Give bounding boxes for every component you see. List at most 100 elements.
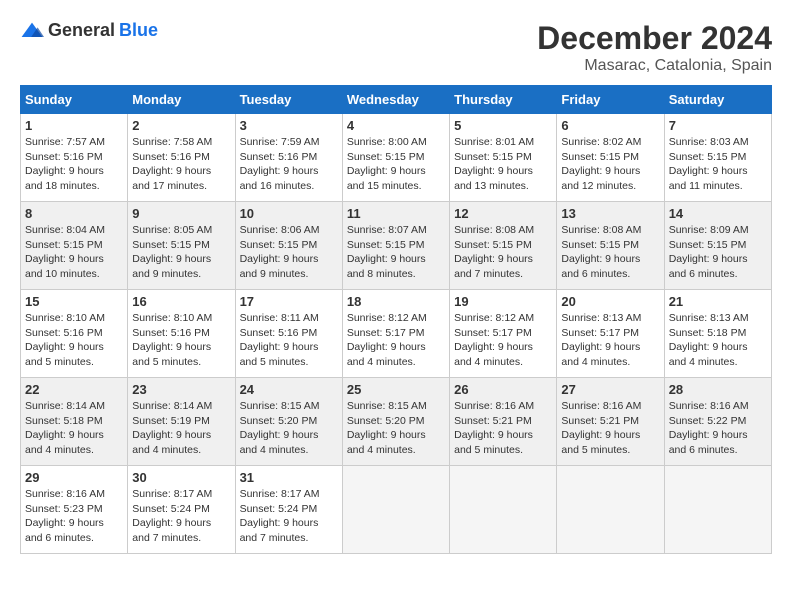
table-row: 19 Sunrise: 8:12 AM Sunset: 5:17 PM Dayl… (450, 290, 557, 378)
table-row: 27 Sunrise: 8:16 AM Sunset: 5:21 PM Dayl… (557, 378, 664, 466)
day-number: 31 (240, 470, 338, 485)
day-number: 5 (454, 118, 552, 133)
table-row: 21 Sunrise: 8:13 AM Sunset: 5:18 PM Dayl… (664, 290, 771, 378)
table-row: 20 Sunrise: 8:13 AM Sunset: 5:17 PM Dayl… (557, 290, 664, 378)
day-info: Sunrise: 8:16 AM Sunset: 5:23 PM Dayligh… (25, 487, 123, 546)
day-number: 9 (132, 206, 230, 221)
day-number: 25 (347, 382, 445, 397)
day-number: 7 (669, 118, 767, 133)
table-row (664, 466, 771, 554)
day-info: Sunrise: 7:59 AM Sunset: 5:16 PM Dayligh… (240, 135, 338, 194)
table-row: 28 Sunrise: 8:16 AM Sunset: 5:22 PM Dayl… (664, 378, 771, 466)
day-info: Sunrise: 8:00 AM Sunset: 5:15 PM Dayligh… (347, 135, 445, 194)
page-header: GeneralBlue December 2024 Masarac, Catal… (20, 20, 772, 75)
day-info: Sunrise: 7:58 AM Sunset: 5:16 PM Dayligh… (132, 135, 230, 194)
table-row: 22 Sunrise: 8:14 AM Sunset: 5:18 PM Dayl… (21, 378, 128, 466)
day-number: 23 (132, 382, 230, 397)
header-tuesday: Tuesday (235, 86, 342, 114)
calendar-row: 8 Sunrise: 8:04 AM Sunset: 5:15 PM Dayli… (21, 202, 772, 290)
table-row: 17 Sunrise: 8:11 AM Sunset: 5:16 PM Dayl… (235, 290, 342, 378)
day-number: 30 (132, 470, 230, 485)
day-number: 19 (454, 294, 552, 309)
logo-icon (20, 21, 44, 41)
day-info: Sunrise: 8:17 AM Sunset: 5:24 PM Dayligh… (240, 487, 338, 546)
day-info: Sunrise: 8:10 AM Sunset: 5:16 PM Dayligh… (25, 311, 123, 370)
table-row (450, 466, 557, 554)
table-row: 12 Sunrise: 8:08 AM Sunset: 5:15 PM Dayl… (450, 202, 557, 290)
day-info: Sunrise: 8:05 AM Sunset: 5:15 PM Dayligh… (132, 223, 230, 282)
header-sunday: Sunday (21, 86, 128, 114)
logo: GeneralBlue (20, 20, 158, 41)
day-number: 12 (454, 206, 552, 221)
location-title: Masarac, Catalonia, Spain (537, 57, 772, 75)
day-info: Sunrise: 8:12 AM Sunset: 5:17 PM Dayligh… (347, 311, 445, 370)
day-info: Sunrise: 8:15 AM Sunset: 5:20 PM Dayligh… (240, 399, 338, 458)
day-number: 6 (561, 118, 659, 133)
day-number: 15 (25, 294, 123, 309)
table-row: 7 Sunrise: 8:03 AM Sunset: 5:15 PM Dayli… (664, 114, 771, 202)
day-info: Sunrise: 8:02 AM Sunset: 5:15 PM Dayligh… (561, 135, 659, 194)
day-number: 27 (561, 382, 659, 397)
logo-blue: Blue (119, 20, 158, 41)
header-saturday: Saturday (664, 86, 771, 114)
day-number: 8 (25, 206, 123, 221)
calendar-row: 1 Sunrise: 7:57 AM Sunset: 5:16 PM Dayli… (21, 114, 772, 202)
table-row: 23 Sunrise: 8:14 AM Sunset: 5:19 PM Dayl… (128, 378, 235, 466)
day-info: Sunrise: 8:04 AM Sunset: 5:15 PM Dayligh… (25, 223, 123, 282)
table-row: 9 Sunrise: 8:05 AM Sunset: 5:15 PM Dayli… (128, 202, 235, 290)
table-row: 31 Sunrise: 8:17 AM Sunset: 5:24 PM Dayl… (235, 466, 342, 554)
day-info: Sunrise: 8:07 AM Sunset: 5:15 PM Dayligh… (347, 223, 445, 282)
day-info: Sunrise: 8:14 AM Sunset: 5:19 PM Dayligh… (132, 399, 230, 458)
day-number: 28 (669, 382, 767, 397)
calendar-row: 22 Sunrise: 8:14 AM Sunset: 5:18 PM Dayl… (21, 378, 772, 466)
day-number: 20 (561, 294, 659, 309)
table-row: 16 Sunrise: 8:10 AM Sunset: 5:16 PM Dayl… (128, 290, 235, 378)
day-number: 18 (347, 294, 445, 309)
day-number: 2 (132, 118, 230, 133)
day-number: 29 (25, 470, 123, 485)
logo-general: General (48, 20, 115, 41)
day-number: 26 (454, 382, 552, 397)
day-number: 14 (669, 206, 767, 221)
day-info: Sunrise: 8:15 AM Sunset: 5:20 PM Dayligh… (347, 399, 445, 458)
table-row: 8 Sunrise: 8:04 AM Sunset: 5:15 PM Dayli… (21, 202, 128, 290)
table-row: 18 Sunrise: 8:12 AM Sunset: 5:17 PM Dayl… (342, 290, 449, 378)
month-title: December 2024 (537, 20, 772, 57)
day-info: Sunrise: 8:16 AM Sunset: 5:21 PM Dayligh… (454, 399, 552, 458)
day-info: Sunrise: 8:13 AM Sunset: 5:18 PM Dayligh… (669, 311, 767, 370)
day-number: 10 (240, 206, 338, 221)
day-info: Sunrise: 7:57 AM Sunset: 5:16 PM Dayligh… (25, 135, 123, 194)
table-row: 24 Sunrise: 8:15 AM Sunset: 5:20 PM Dayl… (235, 378, 342, 466)
day-info: Sunrise: 8:09 AM Sunset: 5:15 PM Dayligh… (669, 223, 767, 282)
day-info: Sunrise: 8:16 AM Sunset: 5:21 PM Dayligh… (561, 399, 659, 458)
day-number: 4 (347, 118, 445, 133)
day-number: 3 (240, 118, 338, 133)
day-info: Sunrise: 8:03 AM Sunset: 5:15 PM Dayligh… (669, 135, 767, 194)
day-number: 1 (25, 118, 123, 133)
day-number: 11 (347, 206, 445, 221)
table-row: 29 Sunrise: 8:16 AM Sunset: 5:23 PM Dayl… (21, 466, 128, 554)
header-thursday: Thursday (450, 86, 557, 114)
table-row: 1 Sunrise: 7:57 AM Sunset: 5:16 PM Dayli… (21, 114, 128, 202)
table-row: 6 Sunrise: 8:02 AM Sunset: 5:15 PM Dayli… (557, 114, 664, 202)
calendar-header-row: Sunday Monday Tuesday Wednesday Thursday… (21, 86, 772, 114)
table-row: 15 Sunrise: 8:10 AM Sunset: 5:16 PM Dayl… (21, 290, 128, 378)
table-row: 10 Sunrise: 8:06 AM Sunset: 5:15 PM Dayl… (235, 202, 342, 290)
day-info: Sunrise: 8:10 AM Sunset: 5:16 PM Dayligh… (132, 311, 230, 370)
header-monday: Monday (128, 86, 235, 114)
calendar-row: 29 Sunrise: 8:16 AM Sunset: 5:23 PM Dayl… (21, 466, 772, 554)
table-row (342, 466, 449, 554)
header-friday: Friday (557, 86, 664, 114)
table-row: 14 Sunrise: 8:09 AM Sunset: 5:15 PM Dayl… (664, 202, 771, 290)
table-row: 25 Sunrise: 8:15 AM Sunset: 5:20 PM Dayl… (342, 378, 449, 466)
day-info: Sunrise: 8:17 AM Sunset: 5:24 PM Dayligh… (132, 487, 230, 546)
day-info: Sunrise: 8:13 AM Sunset: 5:17 PM Dayligh… (561, 311, 659, 370)
calendar-table: Sunday Monday Tuesday Wednesday Thursday… (20, 85, 772, 554)
table-row: 30 Sunrise: 8:17 AM Sunset: 5:24 PM Dayl… (128, 466, 235, 554)
table-row: 5 Sunrise: 8:01 AM Sunset: 5:15 PM Dayli… (450, 114, 557, 202)
day-info: Sunrise: 8:06 AM Sunset: 5:15 PM Dayligh… (240, 223, 338, 282)
day-number: 22 (25, 382, 123, 397)
day-number: 21 (669, 294, 767, 309)
day-number: 13 (561, 206, 659, 221)
day-info: Sunrise: 8:14 AM Sunset: 5:18 PM Dayligh… (25, 399, 123, 458)
